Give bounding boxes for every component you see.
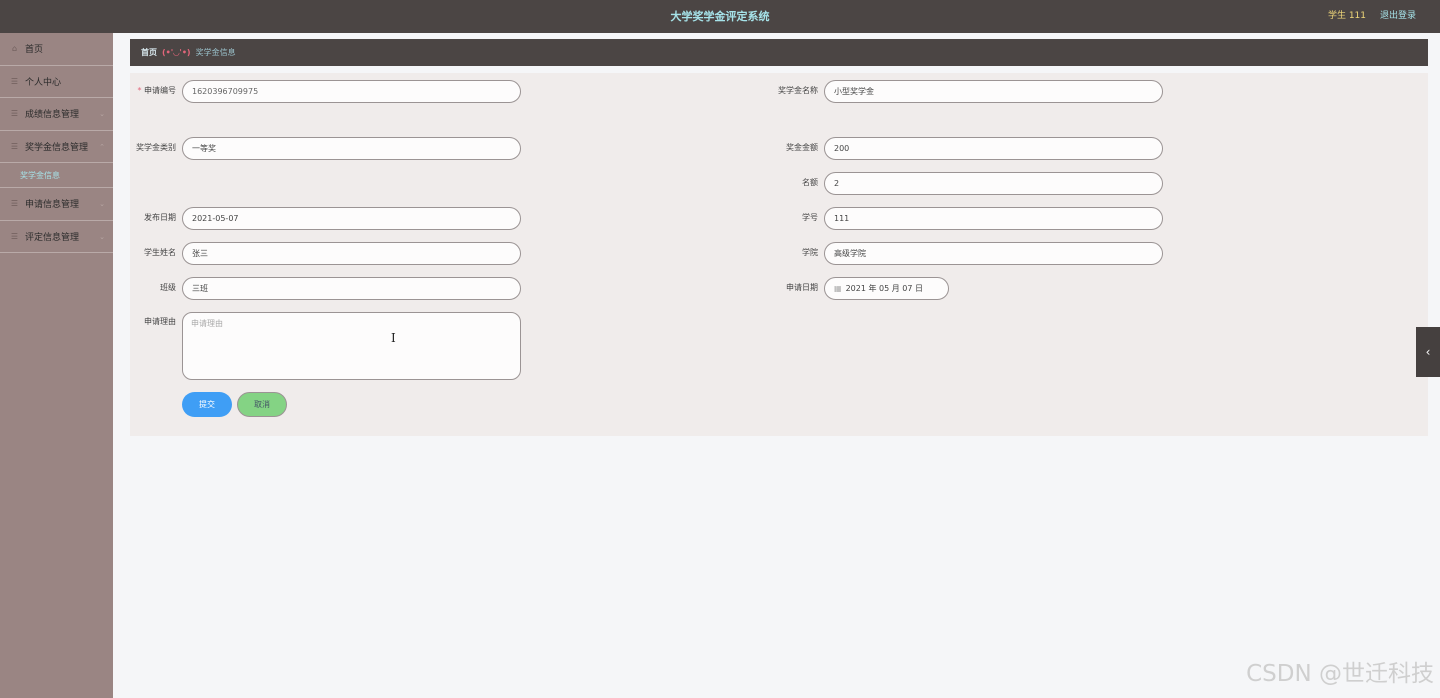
breadcrumb-separator: (•'◡'•) (162, 48, 191, 57)
sidebar-item-label: 评定信息管理 (25, 232, 80, 243)
sidebar-item-home[interactable]: ⌂ 首页 (0, 33, 113, 66)
sidebar-item-scholarship[interactable]: ☰ 奖学金信息管理 ⌃ (0, 131, 113, 163)
watermark: CSDN @世迁科技 (1246, 661, 1434, 687)
current-user: 学生 111 (1327, 11, 1366, 21)
student-number-label: 学号 (802, 213, 818, 222)
sidebar-item-applications[interactable]: ☰ 申请信息管理 ⌄ (0, 188, 113, 221)
home-icon: ⌂ (11, 44, 18, 54)
scholarship-name-field[interactable]: 小型奖学金 (824, 80, 1163, 103)
application-number-label: * 申请编号 (137, 86, 176, 95)
text-cursor-icon: I (391, 331, 396, 345)
calendar-icon: ▦ (834, 284, 842, 293)
sidebar-item-label: 首页 (25, 45, 44, 56)
collapse-panel-button[interactable]: ‹ (1416, 327, 1440, 377)
app-title: 大学奖学金评定系统 (670, 10, 770, 23)
reason-label: 申请理由 (144, 317, 176, 326)
sidebar-item-label: 申请信息管理 (25, 200, 80, 211)
amount-label: 奖金金额 (786, 143, 818, 152)
scholarship-type-field[interactable]: 一等奖 (182, 137, 521, 160)
scholarship-type-label: 奖学金类别 (136, 143, 176, 152)
top-header: 大学奖学金评定系统 学生 111 退出登录 (0, 0, 1440, 33)
class-field[interactable]: 三班 (182, 277, 521, 300)
publish-date-label: 发布日期 (144, 213, 176, 222)
user-icon: ☰ (10, 76, 19, 86)
breadcrumb: 首页 (•'◡'•) 奖学金信息 (130, 39, 1428, 66)
form-panel: * 申请编号 1620396709975 奖学金名称 小型奖学金 奖学金类别 一… (130, 73, 1428, 436)
chevron-down-icon: ⌄ (99, 200, 105, 208)
breadcrumb-current: 奖学金信息 (195, 48, 236, 57)
sidebar-item-label: 奖学金信息管理 (25, 142, 89, 153)
cancel-button[interactable]: 取消 (237, 392, 287, 417)
publish-date-field[interactable]: 2021-05-07 (182, 207, 521, 230)
college-label: 学院 (802, 248, 818, 257)
chevron-left-icon: ‹ (1425, 345, 1431, 359)
list-icon: ☰ (10, 109, 19, 119)
reason-textarea[interactable]: 申请理由 (182, 312, 521, 380)
sidebar-item-grades[interactable]: ☰ 成绩信息管理 ⌄ (0, 98, 113, 131)
logout-link[interactable]: 退出登录 (1380, 0, 1416, 33)
apply-date-label: 申请日期 (786, 283, 818, 292)
chevron-down-icon: ⌄ (99, 110, 105, 118)
sidebar-item-label: 个人中心 (25, 77, 62, 88)
student-name-field[interactable]: 张三 (182, 242, 521, 265)
class-label: 班级 (160, 283, 176, 292)
application-number-field[interactable]: 1620396709975 (182, 80, 521, 103)
sidebar-item-profile[interactable]: ☰ 个人中心 (0, 66, 113, 98)
sidebar-subitem-scholarship-info[interactable]: 奖学金信息 (0, 163, 113, 188)
college-field[interactable]: 高级学院 (824, 242, 1163, 265)
student-name-label: 学生姓名 (144, 248, 176, 257)
list-icon: ☰ (10, 199, 19, 209)
submit-button[interactable]: 提交 (182, 392, 232, 417)
sidebar-item-label: 成绩信息管理 (25, 110, 80, 121)
scholarship-name-label: 奖学金名称 (778, 86, 818, 95)
chevron-down-icon: ⌄ (99, 232, 105, 241)
chevron-up-icon: ⌃ (99, 142, 105, 151)
student-number-field[interactable]: 111 (824, 207, 1163, 230)
quota-label: 名额 (802, 178, 818, 187)
apply-date-value: 2021 年 05 月 07 日 (845, 284, 923, 293)
list-icon: ☰ (10, 141, 19, 151)
breadcrumb-home[interactable]: 首页 (141, 47, 157, 58)
list-icon: ☰ (10, 231, 19, 241)
sidebar-item-evaluation[interactable]: ☰ 评定信息管理 ⌄ (0, 221, 113, 253)
sidebar: ⌂ 首页 ☰ 个人中心 ☰ 成绩信息管理 ⌄ ☰ 奖学金信息管理 ⌃ 奖学金信息… (0, 33, 113, 698)
apply-date-field[interactable]: ▦ 2021 年 05 月 07 日 (824, 277, 949, 300)
quota-field[interactable]: 2 (824, 172, 1163, 195)
amount-field[interactable]: 200 (824, 137, 1163, 160)
